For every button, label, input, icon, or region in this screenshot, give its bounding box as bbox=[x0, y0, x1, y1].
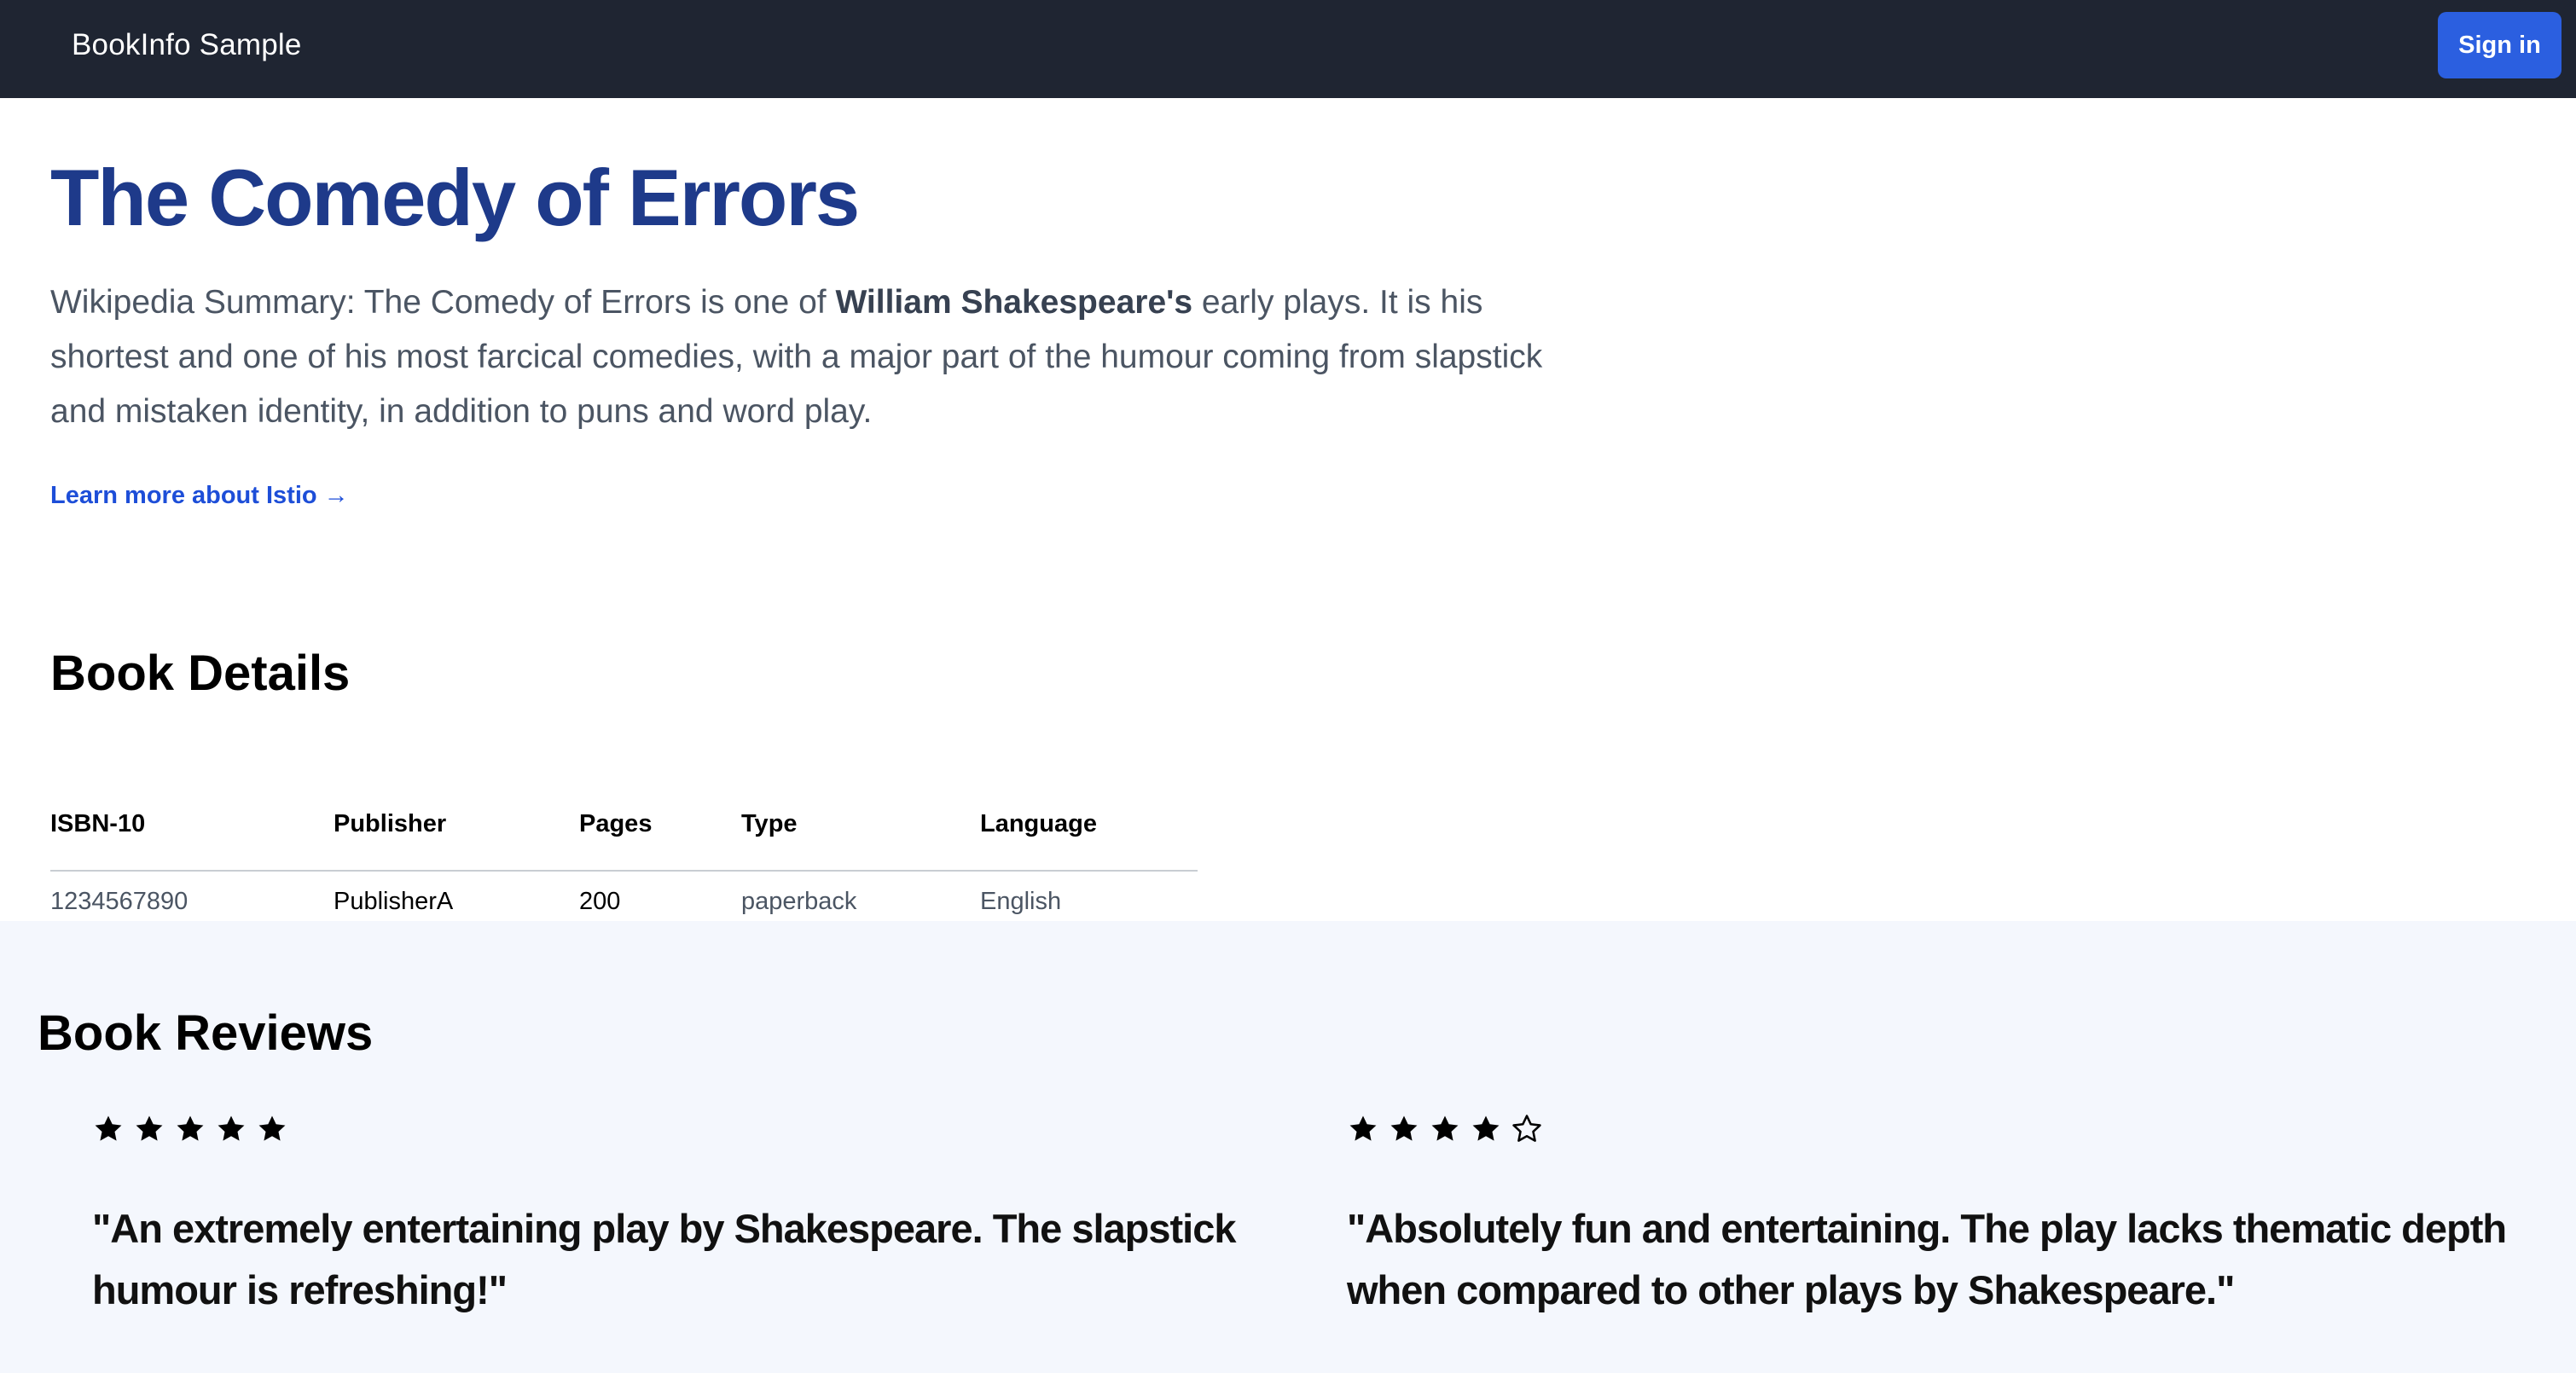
review-card: "An extremely entertaining play by Shake… bbox=[92, 1113, 1252, 1312]
book-summary: Wikipedia Summary: The Comedy of Errors … bbox=[50, 275, 1586, 439]
book-overview: The Comedy of Errors Wikipedia Summary: … bbox=[0, 98, 2576, 921]
page-title: The Comedy of Errors bbox=[50, 153, 860, 242]
star-filled-icon bbox=[1388, 1113, 1420, 1145]
navbar: BookInfo Sample Sign in bbox=[0, 0, 2576, 98]
table-header-row: ISBN-10 Publisher Pages Type Language bbox=[50, 810, 1198, 872]
review-text: "An extremely entertaining play by Shake… bbox=[92, 1206, 1237, 1312]
star-rating bbox=[1347, 1113, 2507, 1156]
book-reviews-heading: Book Reviews bbox=[38, 1005, 374, 1061]
star-filled-icon bbox=[1429, 1113, 1461, 1145]
star-filled-icon bbox=[92, 1113, 125, 1145]
column-header-type: Type bbox=[741, 810, 980, 872]
sign-in-button[interactable]: Sign in bbox=[2438, 12, 2561, 78]
brand-name[interactable]: BookInfo Sample bbox=[72, 0, 302, 98]
star-outline-icon bbox=[1511, 1113, 1543, 1145]
learn-more-link[interactable]: Learn more about Istio → bbox=[50, 482, 349, 510]
book-details-table: ISBN-10 Publisher Pages Type Language 12… bbox=[50, 810, 1198, 931]
summary-author: William Shakespeare's bbox=[835, 284, 1193, 321]
star-filled-icon bbox=[133, 1113, 165, 1145]
star-filled-icon bbox=[1470, 1113, 1502, 1145]
column-header-publisher: Publisher bbox=[334, 810, 579, 872]
book-details-heading: Book Details bbox=[50, 646, 351, 701]
book-reviews-section: Book Reviews "An extremely entertaining … bbox=[0, 921, 2576, 1373]
column-header-language: Language bbox=[980, 810, 1198, 872]
star-filled-icon bbox=[256, 1113, 288, 1145]
column-header-pages: Pages bbox=[579, 810, 741, 872]
star-rating bbox=[92, 1113, 1252, 1156]
star-filled-icon bbox=[1347, 1113, 1379, 1145]
review-card: "Absolutely fun and entertaining. The pl… bbox=[1347, 1113, 2507, 1312]
column-header-isbn: ISBN-10 bbox=[50, 810, 334, 872]
star-filled-icon bbox=[174, 1113, 206, 1145]
summary-text-start: Wikipedia Summary: The Comedy of Errors … bbox=[50, 284, 836, 321]
star-filled-icon bbox=[215, 1113, 247, 1145]
review-text: "Absolutely fun and entertaining. The pl… bbox=[1347, 1206, 2507, 1312]
